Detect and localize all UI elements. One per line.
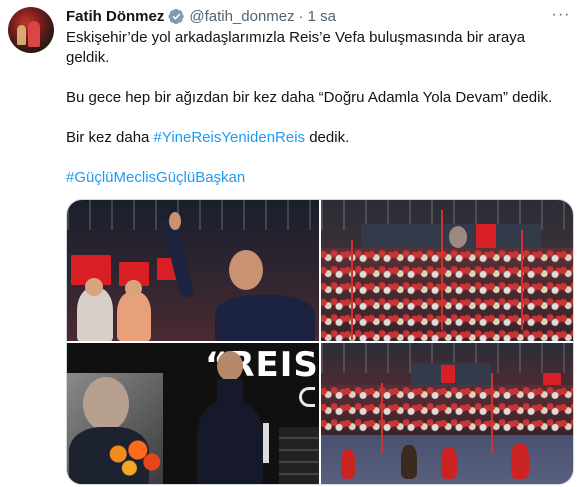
ceiling-lights bbox=[67, 200, 319, 230]
flag bbox=[441, 365, 455, 383]
speaker-neck bbox=[217, 379, 243, 403]
banner-portrait bbox=[449, 226, 467, 248]
flower-bouquet bbox=[107, 438, 163, 478]
main-person-head bbox=[229, 250, 263, 290]
avatar[interactable] bbox=[8, 7, 54, 53]
streamer bbox=[441, 210, 443, 330]
media-photo-2[interactable] bbox=[321, 200, 573, 341]
tweet-paragraph: Bir kez daha #YineReisYenidenReis dedik. bbox=[66, 128, 566, 148]
crowd bbox=[321, 385, 573, 435]
media-grid: “REIS’E bbox=[66, 199, 574, 485]
raised-hand bbox=[169, 212, 181, 230]
streamer bbox=[491, 373, 493, 453]
more-options-icon: ··· bbox=[551, 6, 571, 23]
main-person bbox=[215, 295, 315, 341]
drummer bbox=[511, 443, 529, 479]
crowd-head bbox=[125, 280, 142, 297]
drummer bbox=[441, 447, 457, 479]
tweet-header: Fatih Dönmez @fatih_donmez · 1 sa bbox=[66, 6, 336, 26]
streamer bbox=[351, 240, 353, 340]
tweet-text-segment: Bir kez daha bbox=[66, 129, 154, 146]
author-name[interactable]: Fatih Dönmez bbox=[66, 8, 164, 25]
speaker-head bbox=[217, 351, 243, 381]
crowd-person bbox=[117, 292, 151, 341]
speaker bbox=[197, 401, 263, 484]
drummer bbox=[401, 445, 417, 479]
tweet-paragraph: #GüçlüMeclisGüçlüBaşkan bbox=[66, 168, 566, 188]
stage-graphic bbox=[299, 387, 315, 407]
portrait-head bbox=[83, 377, 129, 431]
tweet-text-segment: dedik. bbox=[305, 129, 350, 146]
timestamp[interactable]: 1 sa bbox=[308, 8, 336, 25]
media-photo-4[interactable] bbox=[321, 343, 573, 484]
drummer bbox=[341, 449, 355, 479]
media-photo-1[interactable] bbox=[67, 200, 319, 341]
hashtag-link[interactable]: #YineReisYenidenReis bbox=[154, 129, 306, 146]
microphone-stand bbox=[263, 423, 269, 463]
avatar-figure bbox=[28, 21, 40, 47]
tweet-paragraph: Eskişehir’de yol arkadaşlarımızla Reis’e… bbox=[66, 29, 526, 66]
stage-lights bbox=[279, 427, 319, 484]
streamer bbox=[521, 230, 523, 330]
crowd-head bbox=[85, 278, 103, 296]
avatar-figure bbox=[17, 25, 26, 45]
separator-dot: · bbox=[298, 7, 304, 25]
author-handle[interactable]: @fatih_donmez bbox=[189, 8, 294, 25]
more-options-button[interactable]: ··· bbox=[548, 4, 574, 26]
flag bbox=[476, 224, 496, 250]
tweet-text: Eskişehir’de yol arkadaşlarımızla Reis’e… bbox=[66, 28, 566, 188]
verified-badge-icon bbox=[168, 8, 185, 24]
streamer bbox=[381, 383, 383, 453]
hashtag-link[interactable]: #GüçlüMeclisGüçlüBaşkan bbox=[66, 169, 245, 186]
media-photo-3[interactable]: “REIS’E bbox=[67, 343, 319, 484]
tweet-paragraph: Bu gece hep bir ağızdan bir kez daha “Do… bbox=[66, 89, 553, 106]
crowd bbox=[321, 248, 573, 341]
